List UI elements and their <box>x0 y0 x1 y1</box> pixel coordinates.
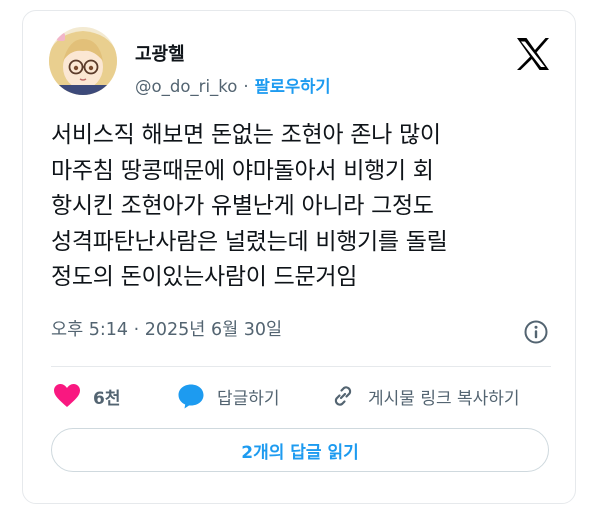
x-logo-icon[interactable] <box>515 37 551 71</box>
reply-button[interactable]: 답글하기 <box>177 383 280 409</box>
tweet-timestamp[interactable]: 오후 5:14 · 2025년 6월 30일 <box>51 316 282 341</box>
tweet-text: 서비스직 해보면 돈없는 조현아 존나 많이 마주침 땅콩때문에 야마돌아서 비… <box>51 118 566 296</box>
author-name[interactable]: 고광헬 <box>135 40 185 66</box>
speech-bubble-icon <box>178 384 204 409</box>
action-bar: 6천 답글하기 게시물 링크 복사하기 <box>23 383 577 413</box>
copy-link-button[interactable]: 게시물 링크 복사하기 <box>330 383 520 409</box>
heart-icon <box>54 384 80 407</box>
divider <box>51 366 551 367</box>
tweet-line: 마주침 땅콩때문에 야마돌아서 비행기 회 <box>51 157 434 184</box>
tweet-line: 정도의 돈이있는사람이 드문거임 <box>51 264 358 290</box>
tweet-line: 서비스직 해보면 돈없는 조현아 존나 많이 <box>51 122 441 148</box>
reply-label: 답글하기 <box>217 388 280 409</box>
author-handle-row: @o_do_ri_ko · 팔로우하기 <box>135 73 331 97</box>
tweet-line: 항시킨 조현아가 유별난게 아니라 그정도 <box>51 193 434 219</box>
like-button[interactable]: 6천 <box>53 383 120 409</box>
read-replies-button[interactable]: 2개의 답글 읽기 <box>51 428 549 472</box>
separator-dot: · <box>243 77 249 96</box>
link-icon <box>334 386 352 406</box>
author-handle[interactable]: @o_do_ri_ko <box>135 77 237 96</box>
avatar[interactable] <box>49 27 117 95</box>
like-count: 6천 <box>93 388 121 409</box>
tweet-card: 고광헬 @o_do_ri_ko · 팔로우하기 서비스직 해보면 돈없는 조현아 존… <box>22 10 576 504</box>
info-icon[interactable] <box>523 319 549 345</box>
follow-button[interactable]: 팔로우하기 <box>255 77 331 96</box>
copy-link-label: 게시물 링크 복사하기 <box>368 388 520 409</box>
avatar-image <box>49 27 117 95</box>
tweet-line: 성격파탄난사람은 널렸는데 비행기를 돌릴 <box>51 228 448 255</box>
